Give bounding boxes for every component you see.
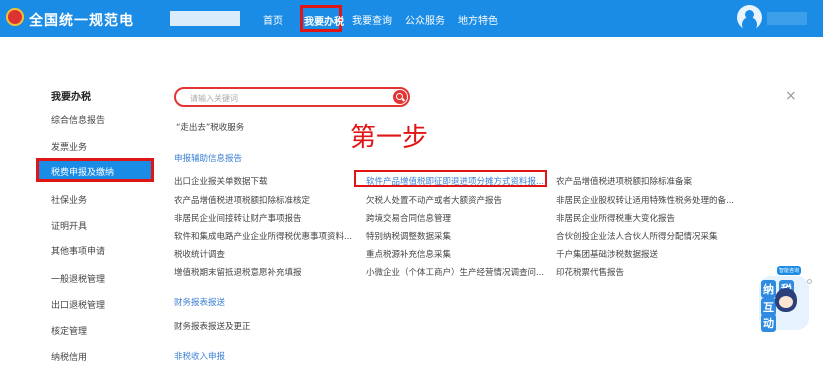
sidebar-item-social-security[interactable]: 社保业务 (51, 193, 87, 206)
sidebar-item-other-requests[interactable]: 其他事项申请 (51, 244, 105, 257)
list-item[interactable]: 非居民企业股权转让适用特殊性税务处理的备... (556, 194, 734, 206)
nav-query[interactable]: 我要查询 (352, 12, 392, 27)
list-item[interactable]: 农产品增值税进项税额扣除标准备案 (556, 175, 692, 187)
sidebar-item-invoice[interactable]: 发票业务 (51, 140, 87, 153)
assistant-char: 动 (761, 314, 776, 332)
list-item[interactable]: 非居民企业所得税重大变化报告 (556, 212, 675, 224)
sidebar-item-tax-declaration[interactable]: 税费申报及缴纳 (36, 158, 154, 182)
assistant-tag: 智能咨询 (777, 266, 802, 275)
nav-public-service[interactable]: 公众服务 (405, 12, 445, 27)
list-item[interactable]: 农产品增值税进项税额扣除标准核定 (174, 194, 310, 206)
police-avatar-icon (775, 288, 797, 312)
section-title-financial-report: 财务报表报送 (174, 298, 226, 308)
list-item[interactable]: 跨境交易合同信息管理 (366, 212, 451, 224)
go-global-link[interactable]: “走出去”税收服务 (176, 121, 244, 133)
site-title: 全国统一规范电 (29, 13, 134, 29)
nav-tax-handling[interactable]: 我要办税 (300, 5, 344, 32)
sidebar-item-export-refund[interactable]: 出口退税管理 (51, 298, 105, 311)
list-item[interactable]: 千户集团基础涉税数据报送 (556, 248, 658, 260)
sidebar-heading: 我要办税 (51, 92, 91, 103)
section-title-non-tax-income: 非税收入申报 (174, 352, 226, 362)
list-item[interactable]: 非居民企业间接转让财产事项报告 (174, 212, 302, 224)
nav-home[interactable]: 首页 (263, 12, 283, 27)
tax-emblem-icon (6, 8, 24, 26)
user-avatar-icon[interactable] (737, 5, 762, 30)
search-icon[interactable] (393, 90, 407, 104)
sidebar-item-general-refund[interactable]: 一般退税管理 (51, 272, 105, 285)
close-icon[interactable]: × (785, 88, 797, 104)
list-item[interactable]: 合伙创投企业法人合伙人所得分配情况采集 (556, 230, 718, 242)
list-item[interactable]: 欠税人处置不动产或者大额资产报告 (366, 194, 502, 206)
list-item[interactable]: 出口企业报关单数据下载 (174, 175, 268, 187)
assistant-char: 纳 (761, 280, 776, 298)
list-item[interactable]: 特别纳税调整数据采集 (366, 230, 451, 242)
top-navigation-bar: 全国统一规范电 首页 我要办税 我要查询 公众服务 地方特色 (0, 0, 823, 37)
tax-assistant-widget[interactable]: 智能咨询 纳 税 互 动 (755, 266, 813, 336)
redacted-title-block (170, 11, 240, 26)
section-title-declaration-aux: 申报辅助信息报告 (174, 154, 243, 164)
sidebar-item-certificate[interactable]: 证明开具 (51, 219, 87, 232)
list-item[interactable]: 小微企业（个体工商户）生产经营情况调查问... (366, 266, 544, 278)
sidebar-item-tax-credit[interactable]: 纳税信用 (51, 350, 87, 363)
close-dot-icon[interactable] (807, 279, 812, 284)
list-item[interactable]: 税收统计调查 (174, 248, 225, 260)
step-annotation: 第一步 (350, 123, 429, 153)
list-item-software-vat-refund[interactable]: 软件产品增值税即征即退进项分摊方式资料报... (366, 175, 544, 187)
list-item[interactable]: 财务报表报送及更正 (174, 320, 251, 332)
nav-local-features[interactable]: 地方特色 (458, 12, 498, 27)
list-item[interactable]: 软件和集成电路产业企业所得税优惠事项资料... (174, 230, 352, 242)
redacted-username[interactable] (767, 12, 807, 25)
search-box[interactable]: 请输入关键词 (174, 87, 410, 107)
search-input[interactable]: 请输入关键词 (190, 93, 238, 104)
list-item[interactable]: 重点税源补充信息采集 (366, 248, 451, 260)
sidebar-item-info-report[interactable]: 综合信息报告 (51, 113, 105, 126)
list-item[interactable]: 增值税期末留抵退税意愿补充填报 (174, 266, 302, 278)
sidebar-item-assessment[interactable]: 核定管理 (51, 324, 87, 337)
list-item[interactable]: 印花税票代售报告 (556, 266, 624, 278)
